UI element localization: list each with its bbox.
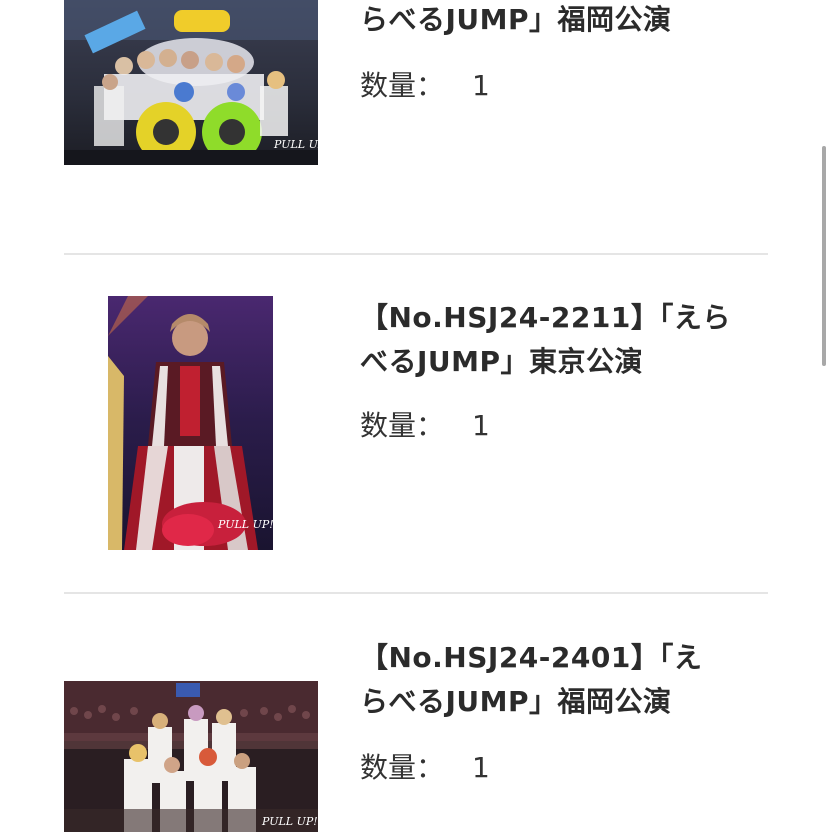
- product-title[interactable]: 【No.HSJ24-2401】「え らべるJUMP」福岡公演: [360, 636, 765, 724]
- quantity-value: 1: [472, 409, 490, 442]
- quantity-row: 数量： 1: [360, 66, 490, 106]
- quantity-value: 1: [472, 751, 490, 784]
- quantity-label: 数量：: [360, 751, 445, 784]
- quantity-value: 1: [472, 69, 490, 102]
- vertical-scrollbar[interactable]: [822, 146, 826, 366]
- product-title-line-2: らべるJUMP」福岡公演: [360, 3, 672, 36]
- product-photo-1[interactable]: PULL UP!: [64, 0, 318, 165]
- order-item-1: PULL UP! らべるJUMP」福岡公演 数量： 1: [0, 0, 832, 254]
- group-photo: PULL UP!: [64, 681, 318, 832]
- quantity-label: 数量：: [360, 409, 445, 442]
- product-photo-3[interactable]: PULL UP!: [64, 681, 318, 832]
- product-photo-2[interactable]: PULL UP!: [108, 296, 273, 550]
- product-title[interactable]: らべるJUMP」福岡公演: [360, 0, 765, 42]
- product-title[interactable]: 【No.HSJ24-2211】「えら べるJUMP」東京公演: [360, 296, 765, 384]
- product-title-line-2: らべるJUMP」福岡公演: [360, 685, 672, 718]
- product-title-line-1: 【No.HSJ24-2401】「え: [360, 641, 703, 674]
- quantity-row: 数量： 1: [360, 406, 490, 446]
- product-title-line-2: べるJUMP」東京公演: [360, 345, 644, 378]
- order-item-2: PULL UP! 【No.HSJ24-2211】「えら べるJUMP」東京公演 …: [0, 254, 832, 593]
- quantity-label: 数量：: [360, 69, 445, 102]
- group-stage-photo: PULL UP!: [64, 0, 318, 165]
- svg-text:PULL UP!: PULL UP!: [217, 518, 273, 531]
- product-title-line-1: 【No.HSJ24-2211】「えら: [360, 301, 731, 334]
- svg-text:PULL UP!: PULL UP!: [273, 138, 318, 151]
- svg-text:PULL UP!: PULL UP!: [261, 815, 318, 828]
- quantity-row: 数量： 1: [360, 748, 490, 788]
- solo-performer-photo: PULL UP!: [108, 296, 273, 550]
- order-item-3: PULL UP! 【No.HSJ24-2401】「え らべるJUMP」福岡公演 …: [0, 594, 832, 832]
